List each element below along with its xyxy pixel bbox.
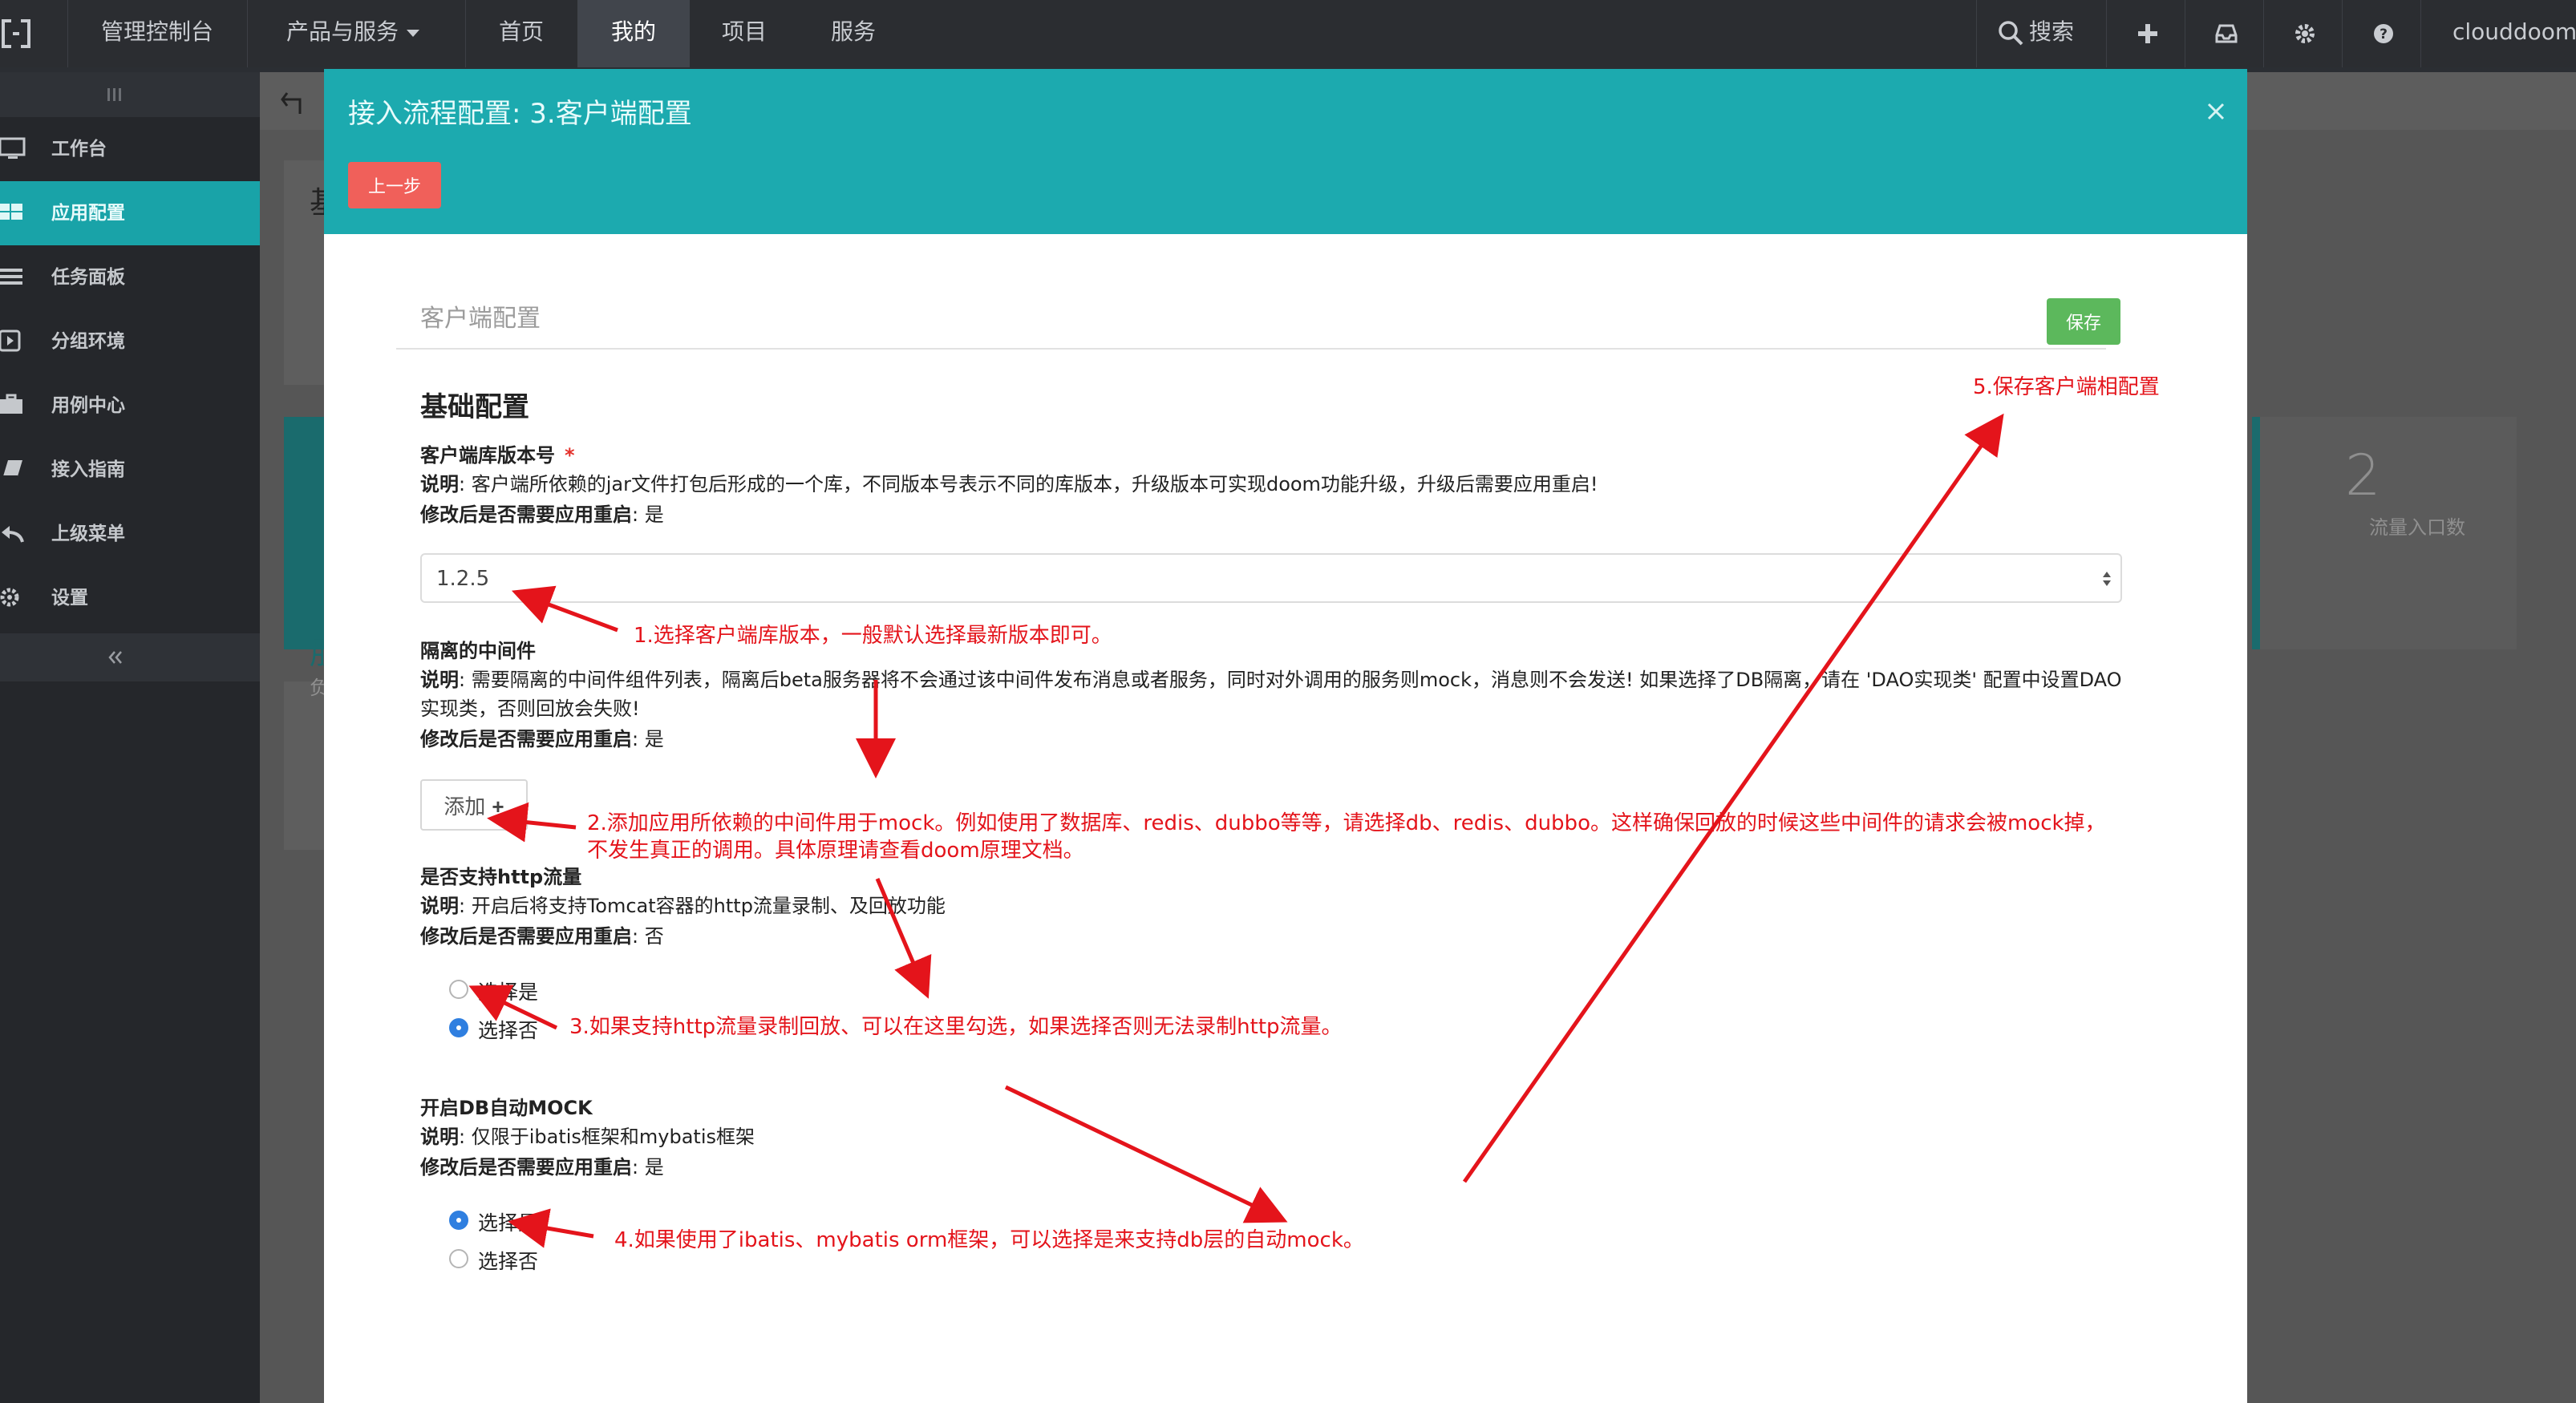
modal-header: 接入流程配置: 3.客户端配置 上一步	[324, 69, 2247, 234]
sidebar-item-label: 接入指南	[51, 459, 125, 480]
chevron-down-icon	[407, 29, 419, 37]
nav-home[interactable]: 首页	[465, 0, 577, 67]
save-button[interactable]: 保存	[2047, 298, 2120, 345]
annotation-5: 5.保存客户端相配置	[1973, 375, 2160, 399]
nav-services[interactable]: 服务	[799, 0, 908, 67]
client-version-select[interactable]: 1.2.5	[420, 553, 2122, 603]
stat-label: 流量入口数	[2369, 516, 2465, 539]
search-label: 搜索	[2029, 18, 2075, 45]
stat-value: 2	[2345, 443, 2381, 508]
sidebar-item-settings[interactable]: 设置	[0, 566, 260, 630]
annotation-3: 3.如果支持http流量录制回放、可以在这里勾选，如果选择否则无法录制http流…	[569, 1015, 1343, 1039]
sidebar-item-group-env[interactable]: 分组环境	[0, 309, 260, 374]
http-traffic-label: 是否支持http流量	[420, 866, 582, 888]
play-icon	[0, 330, 21, 352]
client-version-value: 1.2.5	[436, 567, 490, 591]
user-menu[interactable]: clouddoom	[2452, 0, 2576, 67]
client-version-label: 客户端库版本号 *	[420, 444, 575, 467]
radio-circle	[449, 980, 468, 999]
add-middleware-button[interactable]: 添加 +	[420, 779, 528, 831]
radio-circle-checked	[449, 1018, 468, 1037]
plus-icon[interactable]	[2128, 14, 2167, 53]
annotation-1: 1.选择客户端库版本，一般默认选择最新版本即可。	[634, 624, 1112, 648]
isolated-middleware-restart: 修改后是否需要应用重启: 是	[420, 728, 664, 750]
nav-products-label: 产品与服务	[286, 18, 399, 45]
annotation-4: 4.如果使用了ibatis、mybatis orm框架，可以选择是来支持db层的…	[614, 1228, 1364, 1252]
sidebar-item-task-panel[interactable]: 任务面板	[0, 245, 260, 309]
select-arrows-icon	[2103, 572, 2111, 586]
modal-title: 接入流程配置: 3.客户端配置	[348, 98, 692, 130]
logo-icon[interactable]	[0, 18, 32, 50]
sidebar-item-label: 用例中心	[51, 395, 125, 416]
double-chevron-left-icon	[108, 651, 122, 664]
grid-icon	[0, 204, 22, 220]
gear-icon	[0, 588, 19, 607]
client-version-restart: 修改后是否需要应用重启: 是	[420, 503, 664, 526]
db-auto-mock-restart: 修改后是否需要应用重启: 是	[420, 1156, 664, 1179]
sidebar-item-app-config[interactable]: 应用配置	[0, 181, 260, 245]
required-marker: *	[565, 444, 575, 467]
sidebar-item-case-center[interactable]: 用例中心	[0, 374, 260, 438]
search-button[interactable]: 搜索	[1997, 0, 2074, 67]
reply-icon	[2, 526, 24, 543]
briefcase-icon	[0, 394, 22, 414]
sidebar-collapse-button[interactable]	[0, 633, 260, 681]
basic-config-heading: 基础配置	[420, 391, 529, 423]
sidebar-item-access-guide[interactable]: 接入指南	[0, 438, 260, 502]
nav-products[interactable]: 产品与服务	[265, 0, 441, 67]
section-title: 客户端配置	[420, 305, 541, 333]
inbox-icon[interactable]	[2207, 14, 2246, 53]
grip-icon	[107, 88, 121, 101]
nav-mine[interactable]: 我的	[577, 0, 690, 67]
section-divider	[396, 348, 2106, 350]
monitor-icon	[0, 137, 26, 159]
svg-text:?: ?	[2380, 26, 2388, 42]
sidebar-handle[interactable]	[0, 72, 260, 117]
sidebar-item-label: 上级菜单	[51, 524, 125, 544]
prev-step-button[interactable]: 上一步	[348, 162, 441, 208]
sidebar: 工作台 应用配置 任务面板 分组环境 用例中心 接入指南 上级菜单 设置	[0, 72, 260, 1403]
nav-projects[interactable]: 项目	[690, 0, 799, 67]
close-icon[interactable]	[2204, 99, 2228, 123]
gear-icon[interactable]	[2286, 14, 2324, 53]
sidebar-item-parent-menu[interactable]: 上级菜单	[0, 502, 260, 566]
http-traffic-desc: 说明: 开启后将支持Tomcat容器的http流量录制、及回放功能	[420, 895, 946, 917]
radio-circle	[449, 1249, 468, 1268]
isolated-middleware-label: 隔离的中间件	[420, 640, 536, 662]
sidebar-item-label: 任务面板	[51, 267, 125, 288]
http-traffic-restart: 修改后是否需要应用重启: 否	[420, 925, 664, 948]
plus-icon: +	[492, 794, 504, 819]
config-modal: 接入流程配置: 3.客户端配置 上一步 客户端配置 保存 基础配置 客户端库版本…	[324, 69, 2247, 1403]
nav-console[interactable]: 管理控制台	[67, 0, 247, 67]
help-icon[interactable]: ?	[2364, 14, 2403, 53]
db-auto-mock-desc: 说明: 仅限于ibatis框架和mybatis框架	[420, 1126, 755, 1148]
radio-circle-checked	[449, 1211, 468, 1230]
sidebar-item-workbench[interactable]: 工作台	[0, 117, 260, 181]
search-icon	[1999, 21, 2023, 46]
sidebar-item-label: 工作台	[51, 139, 107, 160]
sidebar-item-label: 分组环境	[51, 331, 125, 352]
back-icon[interactable]	[279, 90, 308, 115]
list-icon	[0, 269, 22, 285]
client-version-desc: 说明: 客户端所依赖的jar文件打包后形成的一个库，不同版本号表示不同的库版本，…	[420, 473, 1598, 495]
db-auto-mock-label: 开启DB自动MOCK	[420, 1097, 593, 1119]
top-navbar: 管理控制台 产品与服务 首页 我的 项目 服务 搜索 ? clouddoom	[0, 0, 2576, 67]
isolated-middleware-desc: 说明: 需要隔离的中间件组件列表，隔离后beta服务器将不会通过该中间件发布消息…	[420, 669, 2122, 720]
sidebar-item-label: 应用配置	[51, 203, 125, 224]
book-icon	[3, 460, 22, 477]
annotation-2: 2.添加应用所依赖的中间件用于mock。例如使用了数据库、redis、dubbo…	[587, 811, 2106, 863]
sidebar-item-label: 设置	[51, 588, 88, 609]
